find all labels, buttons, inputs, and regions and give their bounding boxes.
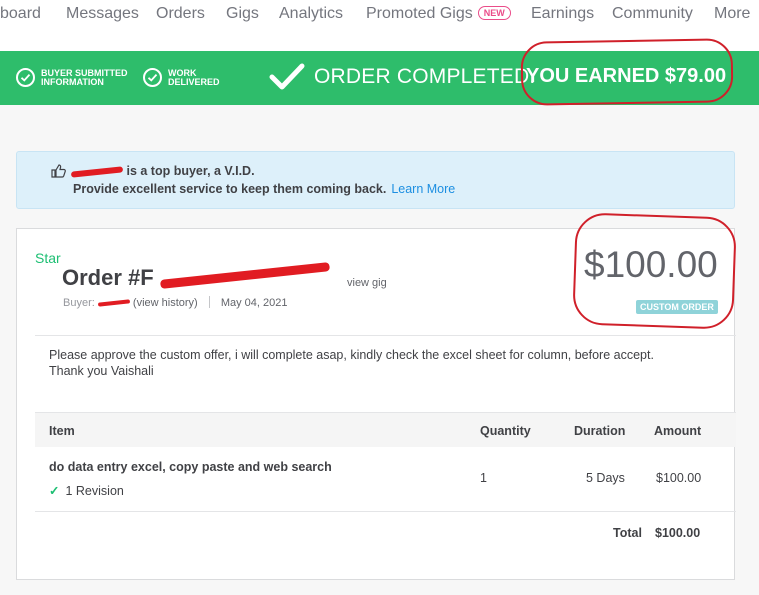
divider	[35, 511, 736, 512]
th-item: Item	[49, 424, 75, 438]
nav-more[interactable]: More	[714, 5, 750, 23]
banner-line-1-text: is a top buyer, a V.I.D.	[126, 164, 255, 178]
order-title: Order #F	[62, 262, 330, 291]
checkmark-icon	[269, 63, 305, 90]
nav-gigs[interactable]: Gigs	[226, 5, 259, 23]
thumbs-up-icon	[51, 164, 66, 178]
check-icon: ✓	[49, 484, 60, 498]
nav-community[interactable]: Community	[612, 5, 693, 23]
order-meta: Buyer: (view history) May 04, 2021	[63, 296, 288, 309]
th-amount: Amount	[654, 424, 702, 438]
nav-analytics[interactable]: Analytics	[279, 5, 343, 23]
item-amount: $100.00	[656, 471, 702, 485]
order-completed-text: ORDER COMPLETED.	[314, 65, 536, 88]
check-circle-icon	[143, 68, 162, 87]
buyer-label: Buyer:	[63, 297, 95, 309]
redacted-buyer-name	[97, 299, 130, 307]
table-header: Item Quantity Duration Amount	[35, 412, 736, 447]
step-label: WORK DELIVERED	[168, 68, 220, 87]
learn-more-link[interactable]: Learn More	[391, 182, 455, 196]
divider	[208, 296, 210, 308]
top-buyer-banner: is a top buyer, a V.I.D. Provide excelle…	[16, 151, 735, 209]
redacted-order-id	[159, 262, 330, 289]
order-message: Please approve the custom offer, i will …	[49, 348, 654, 378]
banner-line-2-text: Provide excellent service to keep them c…	[73, 182, 387, 196]
view-history-link[interactable]: (view history)	[133, 297, 198, 309]
th-quantity: Quantity	[480, 424, 531, 438]
revision-info: ✓ 1 Revision	[49, 483, 124, 498]
nav-messages[interactable]: Messages	[66, 5, 139, 23]
divider	[35, 335, 736, 336]
nav-promoted-gigs[interactable]: Promoted Gigs NEW	[366, 5, 511, 23]
step-label: BUYER SUBMITTED INFORMATION	[41, 68, 128, 87]
th-duration: Duration	[574, 424, 626, 438]
view-gig-link[interactable]: view gig	[347, 277, 387, 289]
nav-earnings[interactable]: Earnings	[531, 5, 594, 23]
order-date: May 04, 2021	[220, 297, 288, 309]
item-name: do data entry excel, copy paste and web …	[49, 460, 332, 474]
new-badge: NEW	[477, 6, 511, 20]
annotation-oval-price	[572, 212, 737, 330]
nav-dashboard[interactable]: board	[0, 5, 41, 23]
total-value: $100.00	[655, 526, 701, 540]
redacted-buyer-name	[70, 166, 124, 178]
total-label: Total	[613, 526, 642, 540]
check-circle-icon	[16, 68, 35, 87]
banner-line-1: is a top buyer, a V.I.D.	[70, 164, 255, 178]
annotation-oval-earned	[520, 38, 734, 106]
banner-line-2: Provide excellent service to keep them c…	[73, 182, 455, 196]
revision-text: 1 Revision	[65, 484, 124, 498]
star-label: Star	[35, 250, 61, 266]
item-quantity: 1	[480, 471, 487, 485]
item-duration: 5 Days	[586, 471, 625, 485]
order-number: Order #F	[62, 265, 154, 290]
nav-promoted-gigs-label: Promoted Gigs	[366, 5, 473, 22]
nav-orders[interactable]: Orders	[156, 5, 205, 23]
